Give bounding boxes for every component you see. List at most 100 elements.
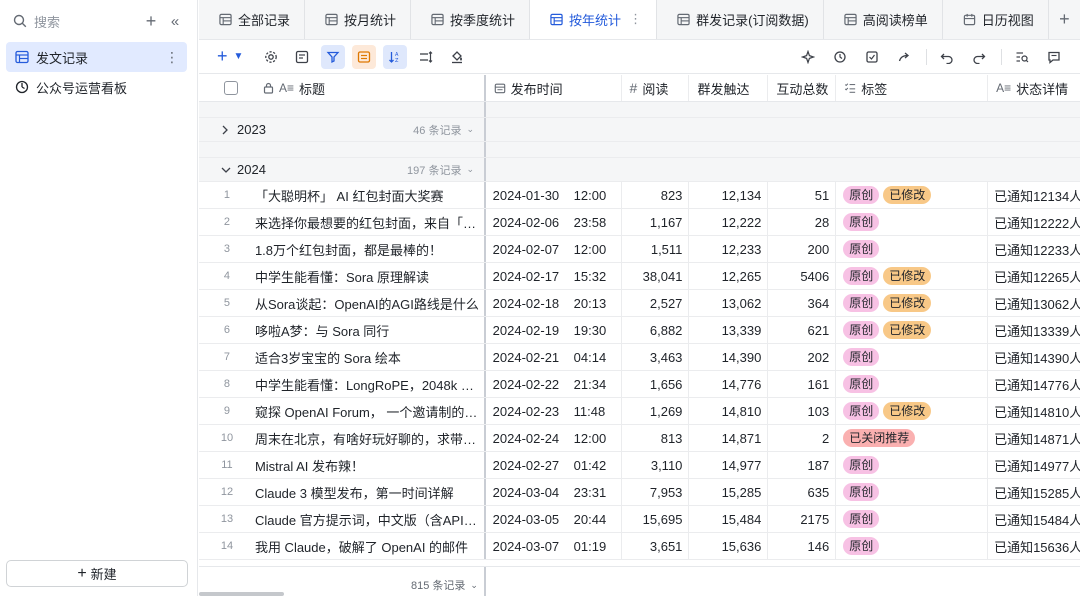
date-cell[interactable]: 2024-02-07 12:00 <box>486 236 622 262</box>
ai-sparkle-icon[interactable] <box>796 45 820 69</box>
status-cell[interactable]: 已通知14810人 <box>988 398 1080 424</box>
title-cell[interactable]: 中学生能看懂：Sora 原理解读 <box>255 263 486 289</box>
status-cell[interactable]: 已通知14390人 <box>988 344 1080 370</box>
interaction-cell[interactable]: 28 <box>768 209 837 235</box>
interaction-cell[interactable]: 161 <box>768 371 837 397</box>
row-number[interactable]: 8 <box>199 371 255 397</box>
reach-cell[interactable]: 14,776 <box>689 371 769 397</box>
tags-cell[interactable]: 原创 <box>836 371 989 397</box>
date-cell[interactable]: 2024-03-07 01:19 <box>486 533 622 559</box>
read-cell[interactable]: 7,953 <box>622 479 690 505</box>
tab-calendar[interactable]: 日历视图 <box>943 0 1049 39</box>
tags-cell[interactable]: 原创 已修改 <box>836 182 989 208</box>
read-cell[interactable]: 823 <box>622 182 690 208</box>
reach-cell[interactable]: 12,265 <box>689 263 769 289</box>
read-cell[interactable]: 1,656 <box>622 371 690 397</box>
column-header-reach[interactable]: 群发触达 <box>689 75 769 101</box>
row-number[interactable]: 7 <box>199 344 255 370</box>
new-button[interactable]: + 新建 <box>6 560 188 587</box>
reach-cell[interactable]: 14,390 <box>689 344 769 370</box>
title-cell[interactable]: Claude 3 模型发布，第一时间详解 <box>255 479 486 505</box>
group-count[interactable]: 46 条记录 ⌄ <box>413 122 474 138</box>
tags-cell[interactable]: 原创 已修改 <box>836 317 989 343</box>
status-cell[interactable]: 已通知12233人 <box>988 236 1080 262</box>
group-row-2023[interactable]: 2023 46 条记录 ⌄ <box>199 118 1080 142</box>
column-header-date[interactable]: 发布时间 <box>486 75 622 101</box>
title-cell[interactable]: Claude 官方提示词，中文版（含API Prompt） <box>255 506 486 532</box>
form-icon[interactable] <box>860 45 884 69</box>
column-header-read[interactable]: # 阅读 <box>622 75 690 101</box>
horizontal-scrollbar[interactable] <box>199 592 284 596</box>
date-cell[interactable]: 2024-02-27 01:42 <box>486 452 622 478</box>
interaction-cell[interactable]: 2 <box>768 425 837 451</box>
row-number[interactable]: 14 <box>199 533 255 559</box>
reach-cell[interactable]: 12,233 <box>689 236 769 262</box>
status-cell[interactable]: 已通知12222人 <box>988 209 1080 235</box>
add-view-icon[interactable]: + <box>1049 0 1080 39</box>
read-cell[interactable]: 3,463 <box>622 344 690 370</box>
table-row[interactable]: 12 Claude 3 模型发布，第一时间详解 2024-03-04 23:31 … <box>199 479 1080 506</box>
title-cell[interactable]: 从Sora谈起：OpenAI的AGI路线是什么 <box>255 290 486 316</box>
read-cell[interactable]: 3,110 <box>622 452 690 478</box>
row-number[interactable]: 11 <box>199 452 255 478</box>
paint-bucket-icon[interactable] <box>445 45 469 69</box>
date-cell[interactable]: 2024-03-04 23:31 <box>486 479 622 505</box>
row-number[interactable]: 9 <box>199 398 255 424</box>
interaction-cell[interactable]: 202 <box>768 344 837 370</box>
status-cell[interactable]: 已通知12134人 <box>988 182 1080 208</box>
read-cell[interactable]: 813 <box>622 425 690 451</box>
tags-cell[interactable]: 原创 <box>836 506 989 532</box>
tags-cell[interactable]: 原创 已修改 <box>836 263 989 289</box>
tab-monthly[interactable]: 按月统计 <box>305 0 412 39</box>
field-settings-icon[interactable] <box>290 45 314 69</box>
interaction-cell[interactable]: 146 <box>768 533 837 559</box>
tags-cell[interactable]: 原创 <box>836 209 989 235</box>
read-cell[interactable]: 3,651 <box>622 533 690 559</box>
table-row[interactable]: 4 中学生能看懂：Sora 原理解读 2024-02-17 15:32 38,04… <box>199 263 1080 290</box>
interaction-cell[interactable]: 103 <box>768 398 837 424</box>
tags-cell[interactable]: 原创 已修改 <box>836 290 989 316</box>
tags-cell[interactable]: 原创 已修改 <box>836 398 989 424</box>
sort-icon[interactable]: AZ <box>383 44 408 69</box>
row-number[interactable]: 12 <box>199 479 255 505</box>
status-cell[interactable]: 已通知14871人 <box>988 425 1080 451</box>
column-header-title[interactable]: A≡ 标题 <box>255 75 486 101</box>
table-row[interactable]: 5 从Sora谈起：OpenAI的AGI路线是什么 2024-02-18 20:1… <box>199 290 1080 317</box>
title-cell[interactable]: 1.8万个红包封面，都是最棒的！ <box>255 236 486 262</box>
date-cell[interactable]: 2024-02-19 19:30 <box>486 317 622 343</box>
row-number[interactable]: 5 <box>199 290 255 316</box>
date-cell[interactable]: 2024-02-21 04:14 <box>486 344 622 370</box>
date-cell[interactable]: 2024-02-22 21:34 <box>486 371 622 397</box>
settings-icon[interactable] <box>259 45 283 69</box>
status-cell[interactable]: 已通知12265人 <box>988 263 1080 289</box>
date-cell[interactable]: 2024-03-05 20:44 <box>486 506 622 532</box>
status-cell[interactable]: 已通知13062人 <box>988 290 1080 316</box>
table-row[interactable]: 13 Claude 官方提示词，中文版（含API Prompt） 2024-03… <box>199 506 1080 533</box>
title-cell[interactable]: 来选择你最想要的红包封面，来自「大聪明杯」 <box>255 209 486 235</box>
interaction-cell[interactable]: 621 <box>768 317 837 343</box>
search-records-icon[interactable] <box>1010 45 1034 69</box>
tab-all-records[interactable]: 全部记录 <box>199 0 306 39</box>
tab-broadcast[interactable]: 群发记录(订阅数据) <box>657 0 824 39</box>
date-cell[interactable]: 2024-02-18 20:13 <box>486 290 622 316</box>
title-cell[interactable]: 适合3岁宝宝的 Sora 绘本 <box>255 344 486 370</box>
tags-cell[interactable]: 原创 <box>836 533 989 559</box>
row-number[interactable]: 13 <box>199 506 255 532</box>
read-cell[interactable]: 1,511 <box>622 236 690 262</box>
tags-cell[interactable]: 原创 <box>836 479 989 505</box>
status-cell[interactable]: 已通知14977人 <box>988 452 1080 478</box>
chevron-right-icon[interactable] <box>221 125 233 135</box>
group-row-2024[interactable]: 2024 197 条记录 ⌄ <box>199 158 1080 182</box>
date-cell[interactable]: 2024-02-24 12:00 <box>486 425 622 451</box>
collapse-sidebar-icon[interactable]: « <box>163 9 187 33</box>
reach-cell[interactable]: 14,871 <box>689 425 769 451</box>
table-row[interactable]: 11 Mistral AI 发布辣！ 2024-02-27 01:42 3,110… <box>199 452 1080 479</box>
status-cell[interactable]: 已通知15285人 <box>988 479 1080 505</box>
table-row[interactable]: 9 窥探 OpenAI Forum， 一个邀请制的社区 2024-02-23 11… <box>199 398 1080 425</box>
group-count[interactable]: 197 条记录 ⌄ <box>407 162 474 178</box>
interaction-cell[interactable]: 5406 <box>768 263 837 289</box>
add-record-button[interactable]: + ▼ <box>217 46 243 67</box>
sidebar-item-posts[interactable]: 发文记录 ⋮ <box>6 42 187 72</box>
title-cell[interactable]: 周末在北京，有啥好玩好聊的，求带带我 <box>255 425 486 451</box>
sidebar-item-dashboard[interactable]: 公众号运营看板 <box>6 72 187 102</box>
